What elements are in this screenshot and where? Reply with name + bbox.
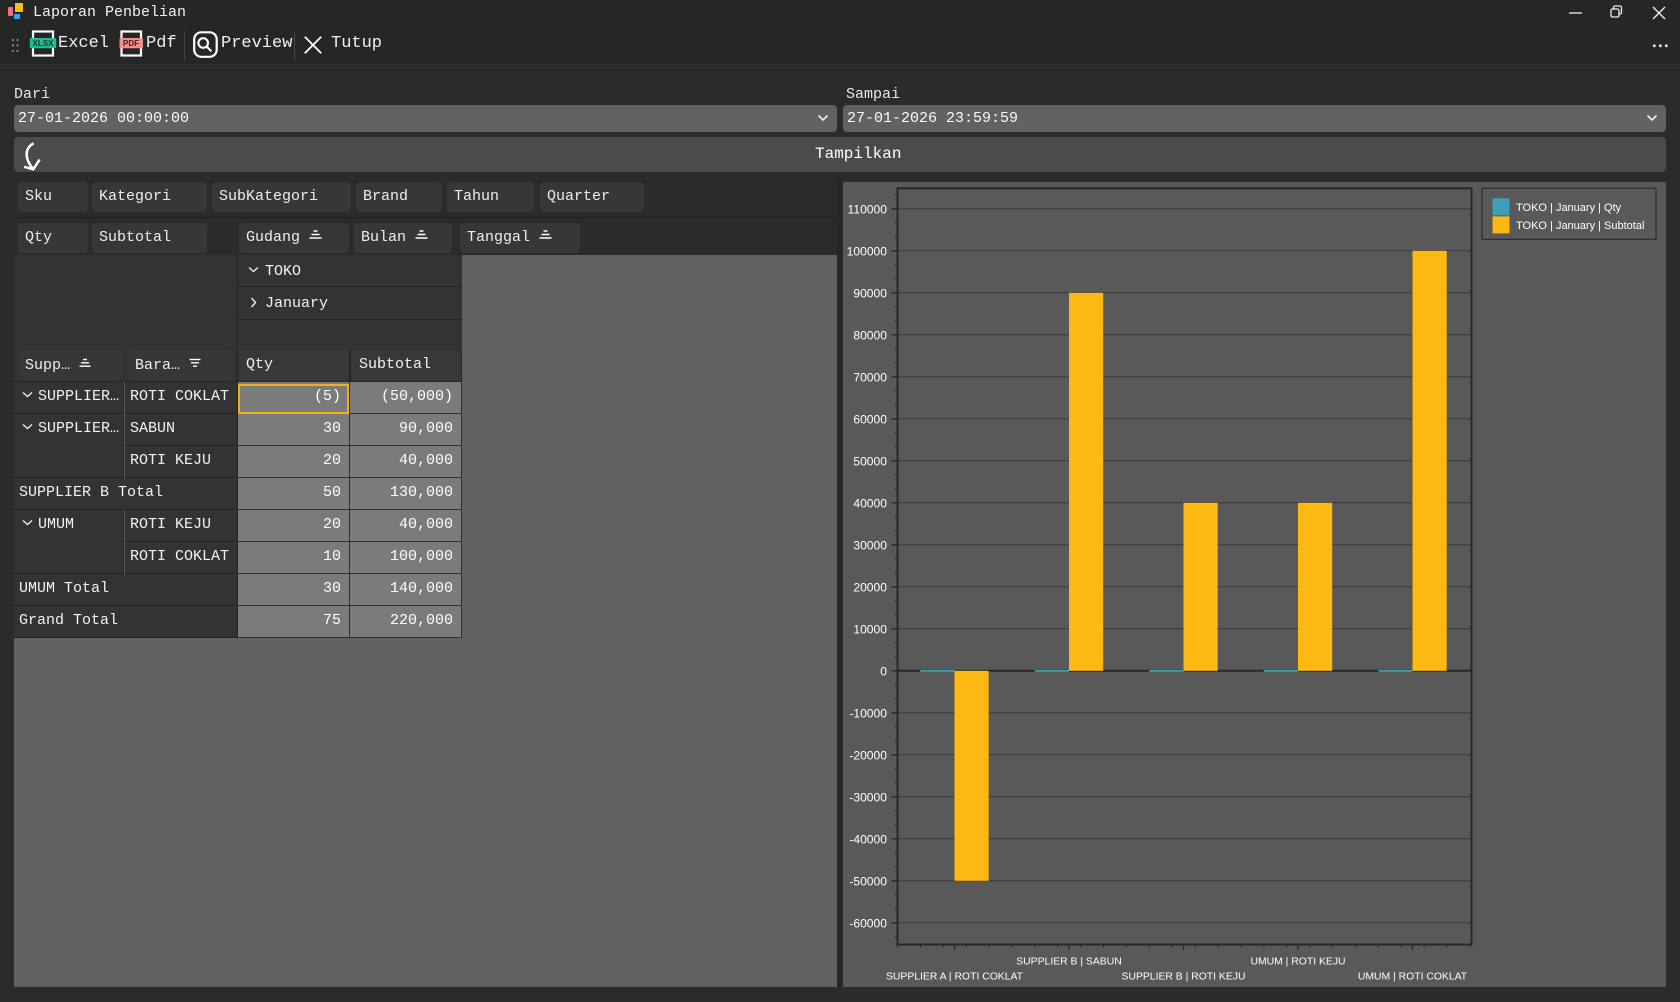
svg-text:UMUM | ROTI COKLAT: UMUM | ROTI COKLAT	[1358, 972, 1468, 983]
svg-text:PDF: PDF	[123, 39, 139, 48]
svg-text:TOKO | January | Qty: TOKO | January | Qty	[1516, 202, 1622, 214]
svg-text:-40000: -40000	[849, 832, 887, 846]
svg-text:90000: 90000	[853, 286, 887, 300]
svg-text:-30000: -30000	[849, 790, 887, 804]
svg-text:60000: 60000	[853, 412, 887, 426]
svg-text:100000: 100000	[847, 244, 888, 258]
svg-text:SUPPLIER A | ROTI COKLAT: SUPPLIER A | ROTI COKLAT	[886, 972, 1024, 983]
svg-text:50000: 50000	[853, 454, 887, 468]
svg-text:TOKO | January | Subtotal: TOKO | January | Subtotal	[1516, 220, 1644, 232]
svg-text:-10000: -10000	[849, 706, 887, 720]
svg-text:SUPPLIER B | ROTI KEJU: SUPPLIER B | ROTI KEJU	[1122, 972, 1246, 983]
svg-text:20000: 20000	[853, 580, 887, 594]
svg-text:-60000: -60000	[849, 916, 887, 930]
svg-text:80000: 80000	[853, 328, 887, 342]
svg-text:XLSX: XLSX	[33, 39, 55, 48]
svg-text:110000: 110000	[848, 202, 888, 216]
svg-text:10000: 10000	[853, 622, 887, 636]
svg-text:-50000: -50000	[849, 874, 887, 888]
svg-text:70000: 70000	[853, 370, 887, 384]
svg-text:UMUM | ROTI KEJU: UMUM | ROTI KEJU	[1250, 957, 1345, 968]
svg-text:-20000: -20000	[849, 748, 887, 762]
svg-text:40000: 40000	[853, 496, 887, 510]
svg-text:30000: 30000	[853, 538, 887, 552]
svg-text:SUPPLIER B | SABUN: SUPPLIER B | SABUN	[1016, 957, 1121, 968]
svg-text:0: 0	[880, 664, 887, 678]
